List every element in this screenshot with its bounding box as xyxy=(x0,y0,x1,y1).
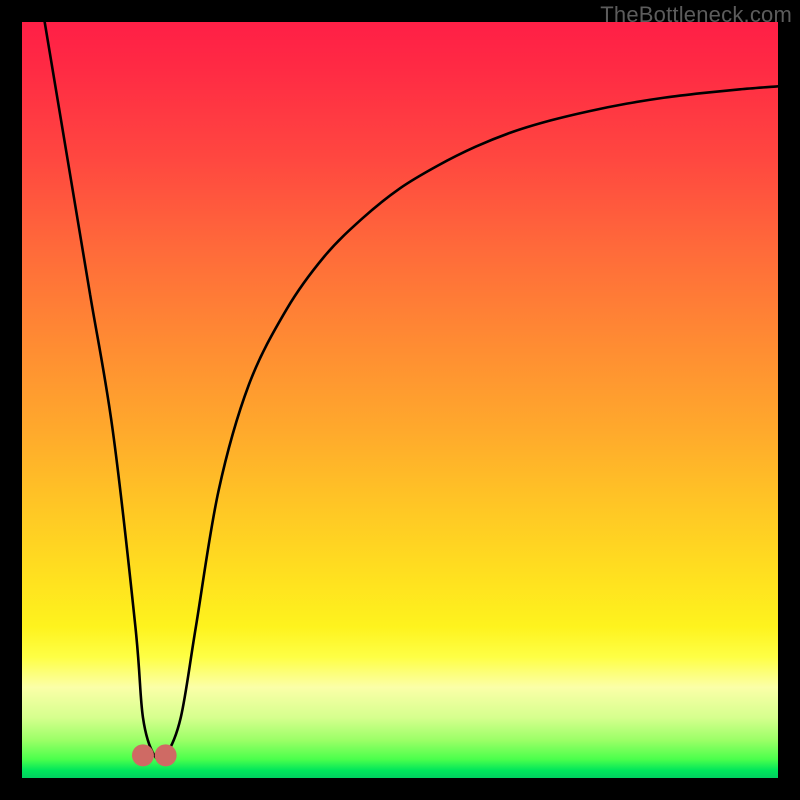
curve-path xyxy=(45,22,778,760)
marker-dot xyxy=(155,744,177,766)
watermark-text: TheBottleneck.com xyxy=(600,2,792,28)
chart-svg xyxy=(22,22,778,778)
bottleneck-curve xyxy=(45,22,778,760)
plot-area xyxy=(22,22,778,778)
marker-dot xyxy=(132,744,154,766)
chart-frame: TheBottleneck.com xyxy=(0,0,800,800)
